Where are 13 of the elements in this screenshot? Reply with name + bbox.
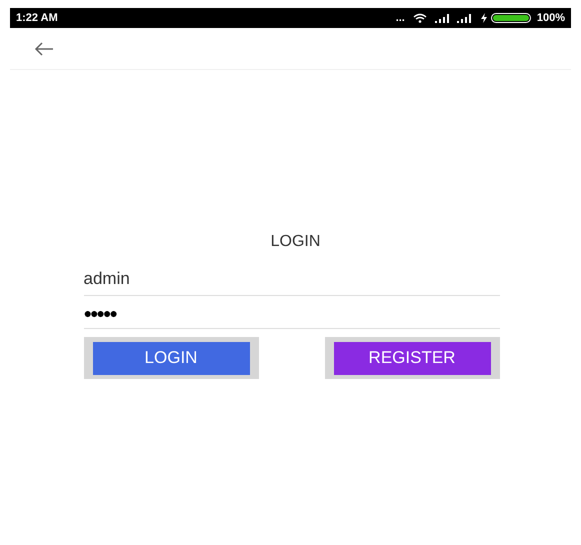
signal-icon bbox=[456, 14, 473, 22]
charging-icon bbox=[480, 13, 487, 23]
more-indicator: ... bbox=[396, 10, 405, 26]
battery-percentage: 100% bbox=[536, 10, 565, 26]
username-field[interactable]: admin bbox=[84, 268, 500, 296]
clock: 1:22 AM bbox=[16, 10, 58, 26]
login-title: LOGIN bbox=[270, 232, 320, 252]
battery-icon bbox=[490, 13, 531, 23]
register-button[interactable]: REGISTER bbox=[334, 342, 490, 374]
signal-icon bbox=[434, 14, 451, 22]
password-field[interactable]: ●●●●● bbox=[84, 296, 500, 329]
wifi-icon bbox=[412, 13, 427, 23]
login-button[interactable]: LOGIN bbox=[92, 342, 250, 374]
